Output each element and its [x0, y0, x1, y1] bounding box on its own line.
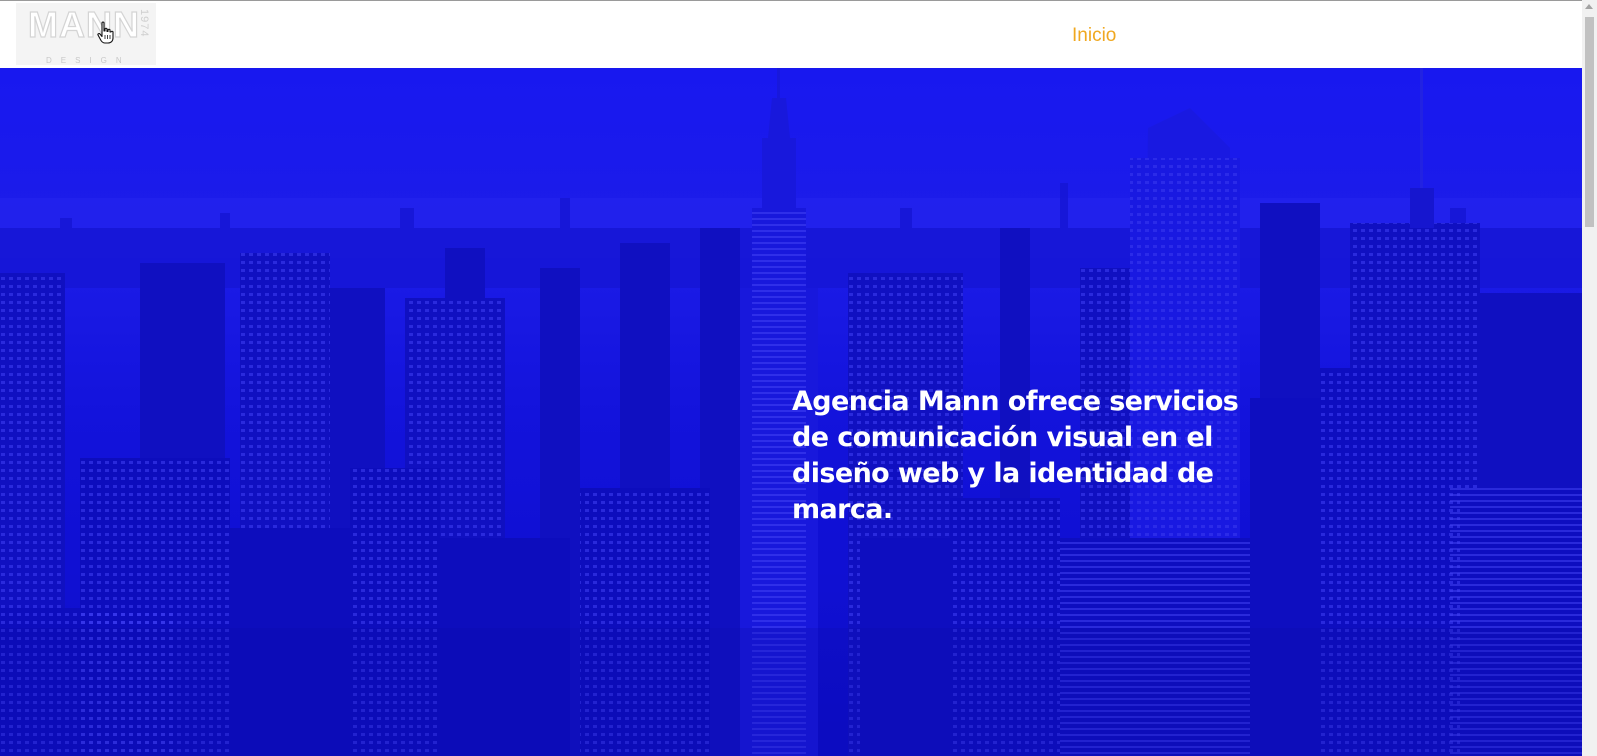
page: MANN 1974 DESIGN Inicio Agencia Mann ofr…	[0, 0, 1597, 756]
site-header: MANN 1974 DESIGN Inicio	[0, 0, 1582, 68]
site-logo[interactable]: MANN 1974 DESIGN	[16, 3, 156, 65]
logo-year: 1974	[138, 9, 150, 38]
vertical-scrollbar[interactable]	[1582, 0, 1597, 756]
logo-subtitle: DESIGN	[46, 56, 131, 65]
scroll-up-arrow-icon[interactable]	[1585, 4, 1593, 9]
hand-pointer-icon	[97, 21, 114, 44]
hero-headline: Agencia Mann ofrece servicios de comunic…	[792, 386, 1239, 526]
logo-wordmark: MANN	[27, 4, 140, 45]
hero-section: Agencia Mann ofrece servicios de comunic…	[0, 68, 1582, 756]
nav-link-inicio[interactable]: Inicio	[1072, 25, 1116, 47]
city-skyline-image	[0, 68, 1582, 756]
scrollbar-thumb[interactable]	[1585, 17, 1594, 227]
